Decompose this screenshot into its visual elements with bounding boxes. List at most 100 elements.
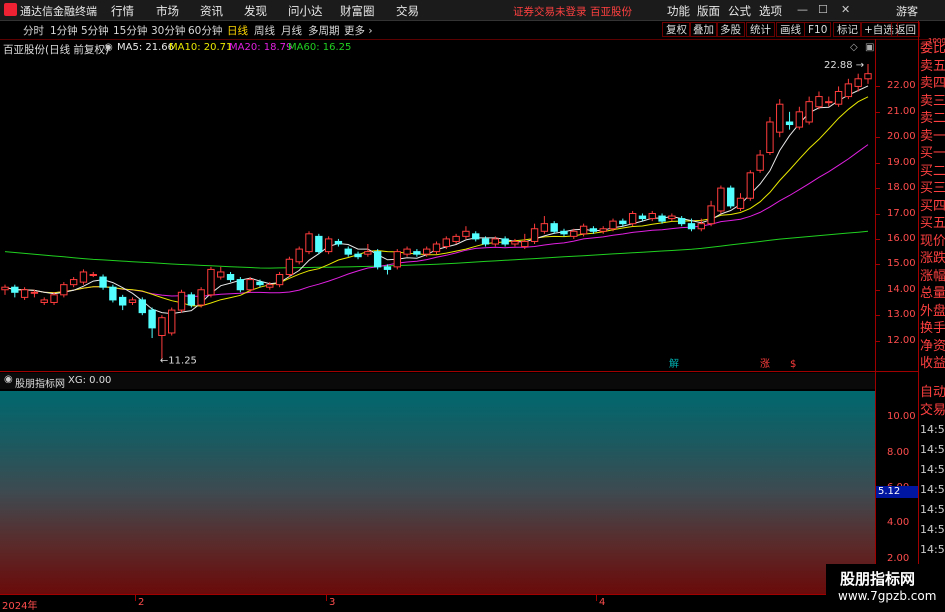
app-logo-icon	[4, 3, 17, 16]
candle-body	[834, 91, 843, 105]
date-tick	[326, 595, 327, 601]
date-label-mar: 3	[329, 597, 336, 608]
date-axis: 2024年 2 3 4	[0, 594, 875, 612]
price-tick-label: 16.00	[887, 232, 916, 244]
candle-body	[217, 271, 225, 278]
multi-stock-button[interactable]: 多股	[716, 22, 745, 37]
chevron-right-icon: ›	[368, 25, 373, 37]
current-stock-name: 百亚股份	[590, 6, 632, 18]
login-warning[interactable]: 证券交易未登录	[513, 4, 587, 19]
period-daily[interactable]: 日线	[227, 23, 248, 38]
price-tick-label: 21.00	[887, 105, 916, 117]
overlay-button[interactable]: 叠加	[689, 22, 718, 37]
side-quote-label: 净资	[920, 338, 945, 354]
price-tick	[875, 188, 880, 190]
close-button[interactable]: ✕	[841, 3, 850, 16]
period-multi[interactable]: 多周期	[308, 23, 340, 38]
price-tick-label: 19.00	[887, 156, 916, 168]
maximize-button[interactable]: ☐	[818, 3, 828, 16]
candle-body	[579, 225, 588, 235]
indicator-tick-label: 10.00	[887, 411, 916, 423]
candle-body	[648, 213, 656, 220]
candle-body	[256, 281, 264, 286]
guest-user-label[interactable]: 游客	[896, 3, 918, 19]
price-tick	[875, 238, 880, 240]
watermark: 股朋指标网 www.7gpzb.com	[826, 564, 945, 609]
low-price-annotation: ←11.25	[160, 356, 197, 367]
period-more-label: 更多	[344, 25, 365, 37]
side-quote-label: 卖二	[920, 111, 945, 126]
menu-item-wealth[interactable]: 财富圈	[340, 3, 375, 19]
menu-bar: 通达信金融终端 行情 市场 资讯 发现 问小达 财富圈 交易 证券交易未登录 百…	[0, 0, 945, 21]
indicator-area-fill[interactable]	[0, 391, 875, 594]
menu-item-quotes[interactable]: 行情	[111, 3, 134, 19]
candle-body	[295, 248, 303, 263]
minimize-button[interactable]: —	[797, 3, 808, 16]
price-tick-label: 12.00	[887, 334, 916, 346]
candle-body	[805, 101, 813, 123]
menu-item-layout[interactable]: 版面	[697, 3, 720, 19]
tick-time: 14:56	[920, 463, 945, 476]
f10-button[interactable]: F10	[804, 22, 832, 37]
menu-item-ask[interactable]: 问小达	[288, 3, 323, 19]
menu-item-news[interactable]: 资讯	[200, 3, 223, 19]
ma-toggle-icon[interactable]: ◉	[104, 42, 113, 53]
side-lower-label[interactable]: 自动	[920, 384, 945, 402]
candle-body	[570, 230, 578, 237]
app-title: 通达信金融终端	[20, 5, 97, 18]
candle-body	[638, 215, 647, 220]
candle-body	[717, 187, 725, 212]
candle-body	[403, 248, 411, 255]
period-1min[interactable]: 1分钟	[50, 23, 78, 38]
candle-body	[109, 286, 117, 301]
candlestick-chart[interactable]: 22.88 → ←11.25 解 涨 $	[0, 56, 875, 371]
ma60-label: MA60: 16.25	[288, 42, 352, 53]
indicator-tick-label: 4.00	[887, 517, 910, 529]
period-intraday[interactable]: 分时	[23, 23, 44, 38]
price-tick-label: 18.00	[887, 182, 916, 194]
period-30min[interactable]: 30分钟	[151, 23, 185, 38]
period-weekly[interactable]: 周线	[254, 23, 275, 38]
side-quote-label: 换手	[920, 321, 945, 336]
menu-item-discover[interactable]: 发现	[244, 3, 267, 19]
candle-body	[305, 233, 313, 253]
period-60min[interactable]: 60分钟	[188, 23, 222, 38]
candle-body	[393, 251, 401, 268]
menu-item-function[interactable]: 功能	[667, 3, 690, 19]
candle-body	[599, 228, 607, 232]
candle-body	[727, 187, 735, 207]
price-axis: 22.00 21.00 20.00 19.00 18.00 17.00 16.00 15.00…	[875, 56, 917, 371]
candle-body	[697, 223, 705, 230]
expand-icon[interactable]: ▣	[865, 42, 874, 53]
tick-time: 14:56	[920, 483, 945, 496]
period-more[interactable]: 更多 ›	[344, 23, 373, 38]
mark-button[interactable]: 标记	[833, 22, 862, 37]
back-button[interactable]: 返回	[891, 22, 920, 37]
indicator-header: ◉ 股朋指标网 XG: 0.00	[0, 373, 875, 390]
candle-body	[148, 309, 156, 329]
period-monthly[interactable]: 月线	[281, 23, 302, 38]
menu-item-market[interactable]: 市场	[156, 3, 179, 19]
menu-item-trade[interactable]: 交易	[396, 3, 419, 19]
candle-body	[20, 289, 29, 298]
indicator-toggle-icon[interactable]: ◉	[4, 374, 13, 385]
watermark-title: 股朋指标网	[840, 570, 916, 588]
stats-button[interactable]: 统计	[746, 22, 775, 37]
watermark-url: www.7gpzb.com	[838, 589, 937, 603]
period-15min[interactable]: 15分钟	[113, 23, 147, 38]
menu-item-options[interactable]: 选项	[759, 3, 782, 19]
side-quote-label: 外盘	[920, 303, 945, 319]
draw-button[interactable]: 画线	[776, 22, 805, 37]
chart-title: 百亚股份(日线 前复权)	[3, 44, 110, 56]
ma10-label: MA10: 20.71	[169, 42, 233, 53]
settings-diamond-icon[interactable]: ◇	[850, 42, 858, 53]
candle-body	[766, 121, 774, 153]
adjust-button[interactable]: 复权	[662, 22, 691, 37]
high-price-annotation: 22.88 →	[824, 60, 864, 71]
period-5min[interactable]: 5分钟	[81, 23, 109, 38]
side-quote-label: 买三	[920, 181, 945, 196]
price-tick	[875, 264, 880, 266]
side-lower-label[interactable]: 交易	[920, 402, 945, 420]
menu-item-formula[interactable]: 公式	[728, 3, 751, 19]
candle-body	[30, 291, 39, 294]
